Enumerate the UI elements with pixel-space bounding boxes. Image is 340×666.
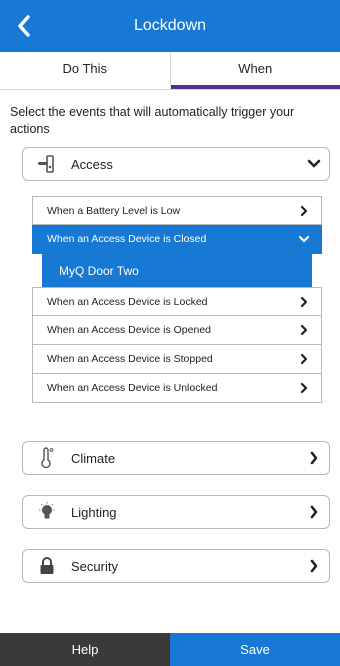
event-device-stopped[interactable]: When an Access Device is Stopped <box>32 345 322 374</box>
event-label: When an Access Device is Closed <box>47 233 207 245</box>
chevron-down-icon <box>299 159 329 169</box>
category-lighting-label: Lighting <box>71 504 117 520</box>
category-security-label: Security <box>71 558 118 574</box>
chevron-right-icon <box>287 353 321 365</box>
tab-bar: Do This When <box>0 52 340 90</box>
chevron-right-icon <box>287 296 321 308</box>
category-security[interactable]: Security <box>22 549 330 583</box>
tab-when[interactable]: When <box>170 52 340 89</box>
footer-bar: Help Save <box>0 633 340 666</box>
chevron-right-icon <box>299 505 329 519</box>
chevron-right-icon <box>299 451 329 465</box>
header-bar: Lockdown <box>0 0 340 52</box>
category-climate[interactable]: Climate <box>22 441 330 475</box>
padlock-icon <box>33 556 61 576</box>
category-access-label: Access <box>71 156 113 172</box>
chevron-right-icon <box>287 382 321 394</box>
door-lock-icon <box>33 154 61 174</box>
event-device-closed[interactable]: When an Access Device is Closed <box>32 225 322 254</box>
event-label: When an Access Device is Locked <box>47 295 208 308</box>
event-device-locked[interactable]: When an Access Device is Locked <box>32 287 322 316</box>
chevron-down-icon <box>287 234 321 244</box>
lightbulb-icon <box>33 501 61 523</box>
chevron-right-icon <box>287 205 321 217</box>
event-battery-low[interactable]: When a Battery Level is Low <box>32 196 322 225</box>
category-climate-label: Climate <box>71 450 116 466</box>
category-lighting[interactable]: Lighting <box>22 495 330 529</box>
instruction-text: Select the events that will automaticall… <box>10 105 295 136</box>
access-events-list: When a Battery Level is Low When an Acce… <box>32 196 322 403</box>
event-device-unlocked[interactable]: When an Access Device is Unlocked <box>32 374 322 403</box>
category-access[interactable]: Access <box>22 147 330 181</box>
event-label: When a Battery Level is Low <box>47 204 181 217</box>
event-label: When an Access Device is Unlocked <box>47 382 218 394</box>
chevron-right-icon <box>287 324 321 336</box>
event-device-opened[interactable]: When an Access Device is Opened <box>32 316 322 345</box>
help-button[interactable]: Help <box>0 633 170 666</box>
page-title: Lockdown <box>133 17 207 34</box>
chevron-right-icon <box>299 559 329 573</box>
thermometer-icon <box>33 447 61 469</box>
device-option-myq-door-two[interactable]: MyQ Door Two <box>42 254 312 287</box>
tab-do-this[interactable]: Do This <box>0 52 171 89</box>
event-label: When an Access Device is Stopped <box>47 353 213 365</box>
event-label: When an Access Device is Opened <box>47 324 212 336</box>
save-button[interactable]: Save <box>170 633 340 666</box>
